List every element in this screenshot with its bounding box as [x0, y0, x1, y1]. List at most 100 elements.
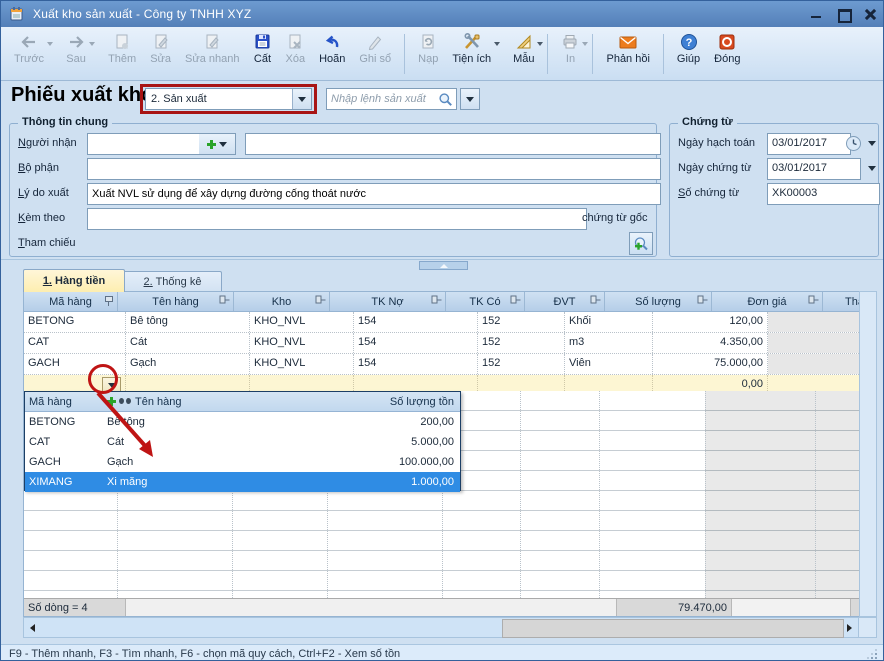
pin-icon[interactable]: [809, 295, 820, 305]
column-header-unit-price[interactable]: Đơn giá: [712, 292, 823, 311]
pencil-icon: [366, 32, 384, 52]
app-icon: [9, 6, 25, 22]
column-header-quantity[interactable]: Số lượng: [605, 292, 712, 311]
pin-icon[interactable]: [591, 295, 602, 305]
column-header-credit-account[interactable]: TK Có: [446, 292, 525, 311]
receiver-name-input[interactable]: [245, 133, 661, 155]
quick-edit-button[interactable]: Sửa nhanh: [178, 30, 246, 78]
list-item[interactable]: GACH Gạch 100.000,00: [25, 452, 460, 472]
scrollbar-thumb[interactable]: [502, 619, 844, 638]
templates-button[interactable]: Mẫu: [506, 30, 541, 78]
clock-icon[interactable]: [843, 133, 863, 153]
column-header-unit[interactable]: ĐVT: [525, 292, 605, 311]
list-item[interactable]: CAT Cát 5.000,00: [25, 432, 460, 452]
search-icon[interactable]: [435, 92, 456, 107]
posting-date-input[interactable]: 03/01/2017: [767, 133, 851, 155]
column-header-code[interactable]: Mã hàng: [24, 292, 118, 311]
tab-statistics[interactable]: 2. Thống kê: [123, 271, 222, 292]
dropdown-arrow-icon[interactable]: [582, 42, 588, 46]
attachment-suffix-label: chứng từ gốc: [582, 208, 647, 228]
collapse-panel-handle[interactable]: [419, 261, 468, 270]
app-window: Xuất kho sản xuất - Công ty TNHH XYZ Trư…: [0, 0, 884, 661]
reason-input-field[interactable]: [92, 184, 656, 204]
close-form-button[interactable]: Đóng: [707, 30, 747, 78]
pin-icon[interactable]: [316, 295, 327, 305]
next-button[interactable]: Sau: [59, 30, 93, 78]
pin-icon[interactable]: [220, 295, 231, 305]
column-header-warehouse[interactable]: Kho: [234, 292, 330, 311]
table-row[interactable]: BETONG Bê tông KHO_NVL 154 152 Khối 120,…: [24, 312, 859, 333]
panel-divider: [1, 259, 884, 260]
document-date-label: Ngày chứng từ: [678, 158, 751, 178]
toolbar-separator: [663, 34, 664, 74]
dropdown-arrow-icon[interactable]: [47, 42, 53, 46]
document-date-dropdown[interactable]: [864, 158, 879, 178]
postpone-button[interactable]: Hoãn: [312, 30, 352, 78]
dropdown-arrow-icon[interactable]: [89, 42, 95, 46]
rows-count-label: Số dòng = 4: [24, 599, 126, 617]
horizontal-scrollbar[interactable]: [23, 617, 859, 638]
document-info-title: Chứng từ: [678, 116, 737, 128]
post-ledger-button[interactable]: Ghi sổ: [352, 30, 398, 78]
dropdown-column-code: Mã hàng: [25, 396, 107, 408]
edit-button[interactable]: Sửa: [143, 30, 178, 78]
document-date-input[interactable]: 03/01/2017: [767, 158, 861, 180]
vertical-scrollbar[interactable]: [859, 291, 877, 617]
column-header-debit-account[interactable]: TK Nợ: [330, 292, 446, 311]
list-item[interactable]: BETONG Bê tông 200,00: [25, 412, 460, 432]
utilities-button[interactable]: Tiện ích: [445, 30, 498, 78]
column-header-amount[interactable]: Thành tiền: [823, 292, 859, 311]
search-input[interactable]: [327, 93, 435, 105]
scroll-left-icon[interactable]: [24, 618, 41, 637]
dropdown-column-name: Tên hàng: [135, 396, 181, 408]
receiver-input[interactable]: [87, 133, 209, 155]
reason-input: [87, 183, 661, 205]
save-button[interactable]: Cất: [246, 30, 278, 78]
table-row[interactable]: CAT Cát KHO_NVL 154 152 m3 4.350,00 0,00: [24, 333, 859, 354]
pin-icon[interactable]: [104, 296, 114, 307]
minimize-icon[interactable]: [810, 8, 823, 20]
scroll-right-icon[interactable]: [841, 618, 858, 637]
pin-icon[interactable]: [511, 295, 522, 305]
add-icon[interactable]: [107, 397, 116, 406]
document-no-input[interactable]: XK00003: [767, 183, 880, 205]
production-order-search[interactable]: [326, 88, 457, 110]
toolbar: Trước Sau Thêm Sửa Sửa nhanh Cất Xóa: [1, 27, 884, 81]
document-edit-fast-icon: [203, 32, 221, 52]
print-button[interactable]: In: [554, 30, 586, 78]
maximize-icon[interactable]: [837, 8, 850, 20]
chevron-down-icon[interactable]: [219, 142, 227, 147]
envelope-icon: [618, 32, 638, 52]
dropdown-arrow-icon[interactable]: [537, 42, 543, 46]
reference-lookup-button[interactable]: [629, 232, 653, 255]
binoculars-icon[interactable]: [119, 397, 132, 406]
add-button[interactable]: Thêm: [101, 30, 143, 78]
add-icon[interactable]: [207, 140, 216, 149]
dropdown-arrow-icon[interactable]: [494, 42, 500, 46]
general-info-group: Thông tin chung Người nhận Bộ phận Lý do…: [9, 123, 657, 257]
feedback-button[interactable]: Phản hồi: [599, 30, 656, 78]
chevron-up-icon: [440, 264, 448, 268]
list-item-selected[interactable]: XIMANG Xi măng 1.000,00: [25, 472, 460, 492]
resize-grip[interactable]: [867, 649, 877, 659]
department-input[interactable]: [87, 158, 661, 180]
delete-button[interactable]: Xóa: [278, 30, 312, 78]
attachment-input[interactable]: [87, 208, 587, 230]
pin-icon[interactable]: [432, 295, 443, 305]
column-header-name[interactable]: Tên hàng: [118, 292, 234, 311]
tab-items-money[interactable]: 1. Hàng tiền: [23, 269, 125, 292]
search-options-button[interactable]: [460, 88, 480, 110]
posting-date-dropdown[interactable]: [864, 133, 879, 153]
chevron-down-icon: [868, 166, 876, 171]
pin-icon[interactable]: [698, 295, 709, 305]
posting-date-label: Ngày hạch toán: [678, 133, 755, 153]
close-icon[interactable]: [864, 8, 877, 20]
department-label: Bộ phận: [18, 158, 59, 178]
reload-button[interactable]: Nạp: [411, 30, 445, 78]
toolbar-separator: [592, 34, 593, 74]
receiver-combo-buttons[interactable]: [199, 133, 236, 155]
help-button[interactable]: ? Giúp: [670, 30, 707, 78]
table-row[interactable]: GACH Gạch KHO_NVL 154 152 Viên 75.000,00…: [24, 354, 859, 375]
arrow-right-icon: [66, 32, 86, 52]
previous-button[interactable]: Trước: [7, 30, 51, 78]
